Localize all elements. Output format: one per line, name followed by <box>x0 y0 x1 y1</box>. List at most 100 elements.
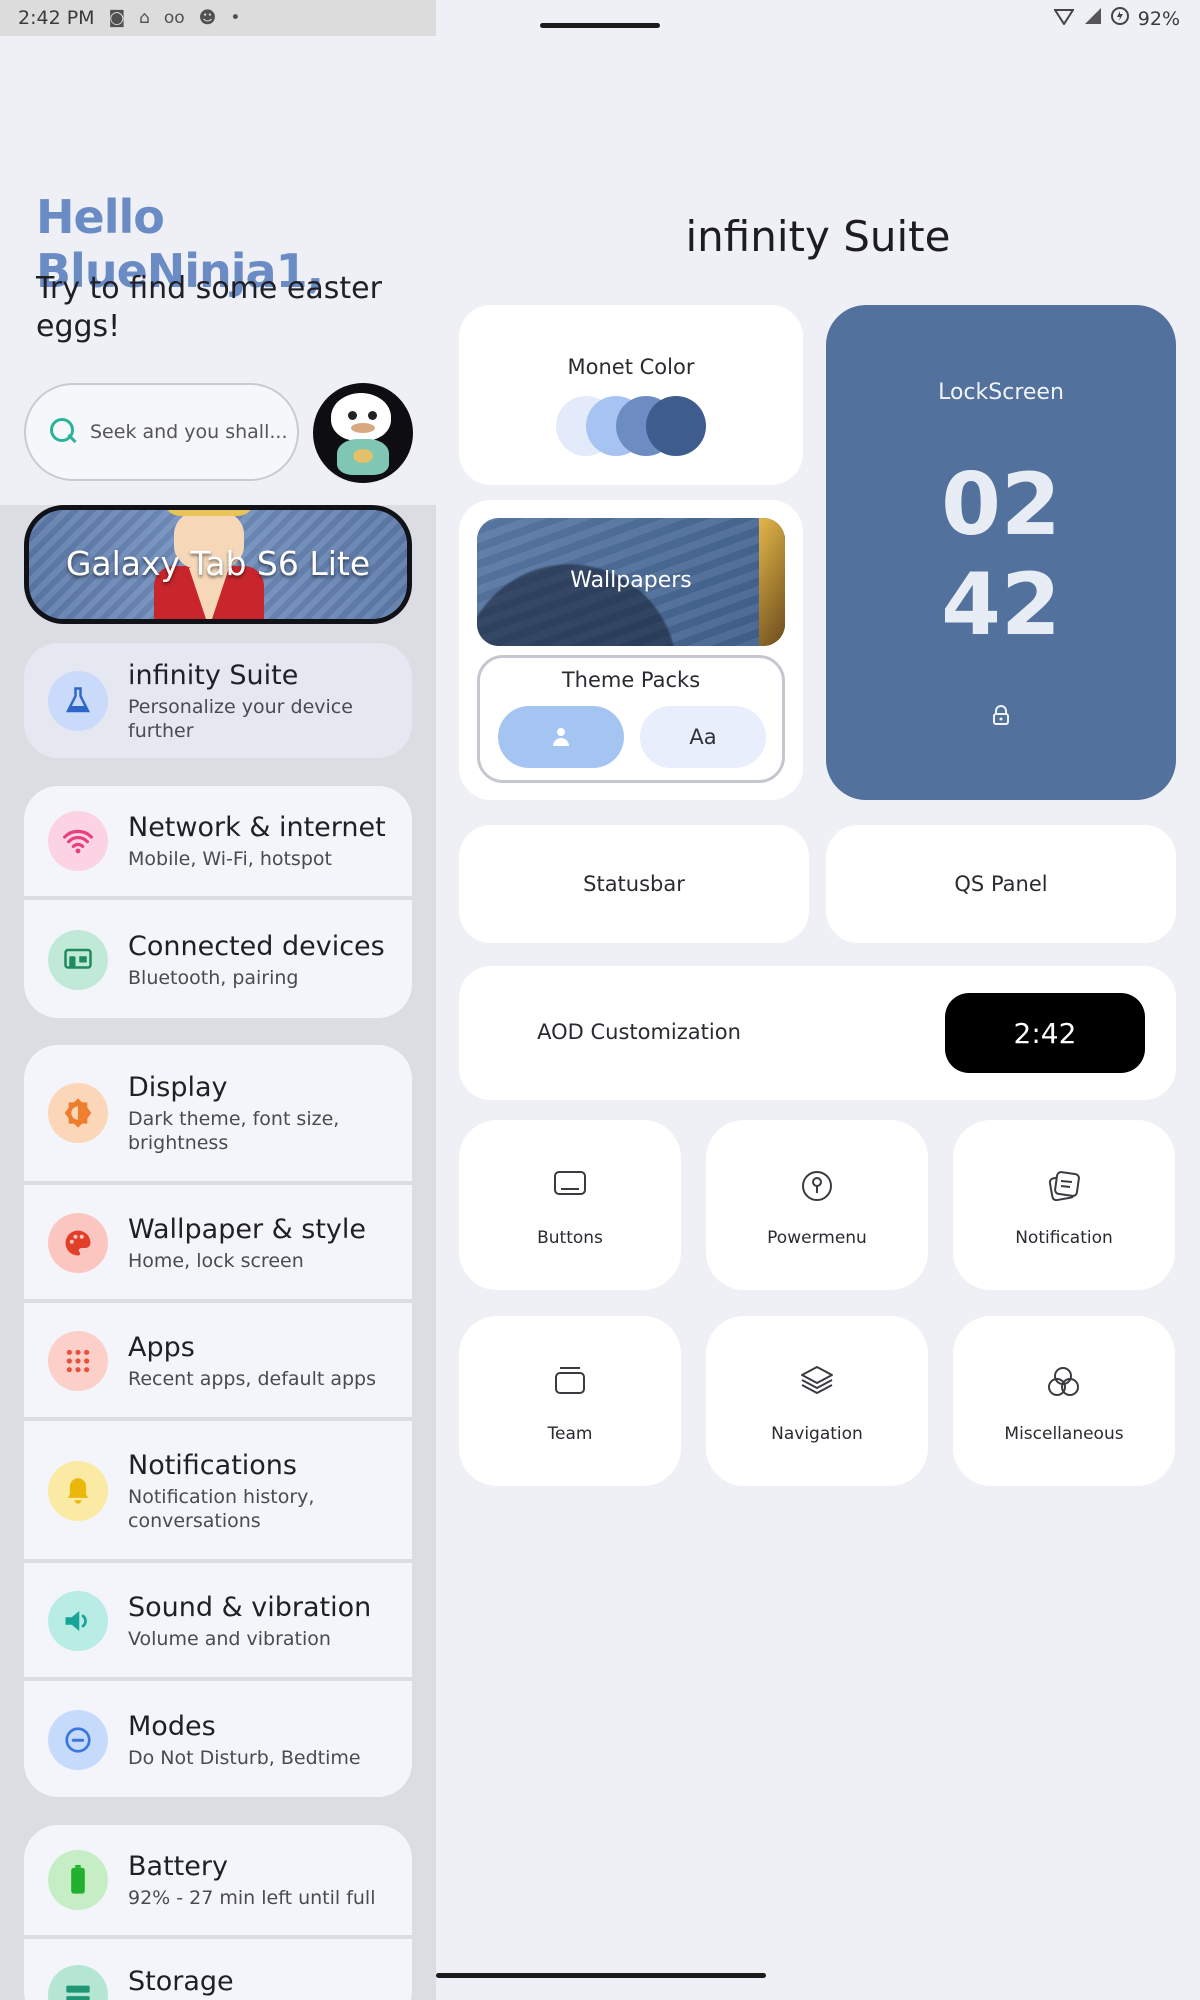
device-banner[interactable]: Galaxy Tab S6 Lite <box>24 505 412 624</box>
speaker-icon <box>48 1591 108 1651</box>
settings-item-connected-devices[interactable]: Connected devices Bluetooth, pairing <box>24 902 412 1018</box>
font-pack-button[interactable]: Aa <box>640 706 766 768</box>
monet-swatch-4 <box>646 396 706 456</box>
settings-card-suite: infinity Suite Personalize your device f… <box>24 643 412 758</box>
item-subtitle: Do Not Disturb, Bedtime <box>128 1747 361 1769</box>
bell-icon <box>48 1461 108 1521</box>
theme-packs-card: Theme Packs Aa <box>477 655 785 783</box>
device-name: Galaxy Tab S6 Lite <box>65 544 371 583</box>
item-title: Connected devices <box>128 931 385 962</box>
app-icon: ⌂ <box>139 8 150 28</box>
status-bar: 2:42 PM ◙ ⌂ oo ☻ • <box>0 0 436 36</box>
item-subtitle: 92% - 27 min left until full <box>128 1887 376 1909</box>
person-icon <box>553 728 569 746</box>
item-subtitle: Notification history, conversations <box>128 1486 315 1532</box>
search-icon <box>50 418 78 446</box>
search-placeholder: Seek and you shall... <box>90 421 288 443</box>
status-bar-right: 92% <box>1052 6 1180 31</box>
search-bar[interactable]: Seek and you shall... <box>24 383 299 481</box>
battery-icon <box>48 1850 108 1910</box>
settings-item-battery[interactable]: Battery 92% - 27 min left until full <box>24 1825 412 1939</box>
settings-card-connectivity: Network & internet Mobile, Wi-Fi, hotspo… <box>24 786 412 1018</box>
item-subtitle: Volume and vibration <box>128 1628 331 1650</box>
settings-item-network[interactable]: Network & internet Mobile, Wi-Fi, hotspo… <box>24 786 412 900</box>
powermenu-tile[interactable]: Powermenu <box>706 1120 928 1290</box>
storage-icon <box>48 1965 108 2000</box>
gesture-handle[interactable] <box>436 1973 766 1978</box>
settings-item-infinity-suite[interactable]: infinity Suite Personalize your device f… <box>24 643 412 758</box>
settings-item-storage[interactable]: Storage <box>24 1941 412 2000</box>
button-icon <box>554 1171 586 1195</box>
power-icon <box>802 1171 832 1201</box>
lockscreen-tile[interactable]: LockScreen 02 42 <box>826 305 1176 800</box>
item-subtitle: Dark theme, font size, brightness <box>128 1108 340 1154</box>
flask-icon <box>48 670 108 731</box>
team-icon <box>555 1367 585 1394</box>
page-title: infinity Suite <box>685 212 951 261</box>
lockscreen-label: LockScreen <box>938 380 1064 405</box>
tile-label: Miscellaneous <box>1004 1424 1124 1444</box>
item-title: infinity Suite <box>128 659 299 691</box>
wifi-icon <box>48 811 108 871</box>
settings-item-wallpaper-style[interactable]: Wallpaper & style Home, lock screen <box>24 1187 412 1303</box>
monet-color-label: Monet Color <box>567 355 695 379</box>
drag-handle[interactable] <box>540 23 660 28</box>
wallpapers-label: Wallpapers <box>570 568 692 593</box>
qs-panel-tile[interactable]: QS Panel <box>826 825 1176 943</box>
brightness-icon <box>48 1083 108 1143</box>
item-title: Modes <box>128 1711 216 1742</box>
more-dot-icon: • <box>230 8 241 28</box>
item-subtitle: Home, lock screen <box>128 1250 304 1272</box>
lockscreen-minute: 42 <box>941 555 1061 655</box>
settings-item-display[interactable]: Display Dark theme, font size, brightnes… <box>24 1045 412 1185</box>
item-title: Battery <box>128 1851 228 1882</box>
tile-label: Buttons <box>537 1228 603 1248</box>
tile-label: Powermenu <box>767 1228 867 1248</box>
item-subtitle: Personalize your device further <box>128 695 353 742</box>
buttons-tile[interactable]: Buttons <box>459 1120 681 1290</box>
qs-panel-label: QS Panel <box>954 872 1048 896</box>
statusbar-label: Statusbar <box>583 872 685 896</box>
circles-icon <box>1048 1367 1079 1396</box>
apps-grid-icon <box>48 1331 108 1391</box>
tile-label: Notification <box>1015 1228 1113 1248</box>
item-subtitle: Bluetooth, pairing <box>128 967 299 989</box>
aod-preview-clock: 2:42 <box>945 993 1145 1073</box>
greeting-subtitle: Try to find some easter eggs! <box>36 271 382 344</box>
item-title: Display <box>128 1072 228 1103</box>
dnd-icon <box>48 1710 108 1770</box>
settings-card-power: Battery 92% - 27 min left until full Sto… <box>24 1825 412 2000</box>
statusbar-tile[interactable]: Statusbar <box>459 825 809 943</box>
battery-percent: 92% <box>1137 7 1180 30</box>
settings-item-notifications[interactable]: Notifications Notification history, conv… <box>24 1423 412 1563</box>
layers-icon <box>801 1366 833 1394</box>
item-title: Notifications <box>128 1450 297 1481</box>
aod-label: AOD Customization <box>537 1020 741 1044</box>
settings-pane: 2:42 PM ◙ ⌂ oo ☻ • Hello BlueNinja1, Try… <box>0 0 436 2000</box>
settings-item-apps[interactable]: Apps Recent apps, default apps <box>24 1305 412 1421</box>
signal-icon <box>1082 7 1102 30</box>
monet-color-tile[interactable]: Monet Color <box>459 305 803 485</box>
wifi-status-icon <box>1052 7 1075 30</box>
icon-pack-button[interactable] <box>498 706 624 768</box>
data-saver-icon <box>1110 6 1130 31</box>
avatar[interactable] <box>313 383 413 483</box>
notification-icon <box>1048 1171 1080 1202</box>
item-title: Network & internet <box>128 812 386 843</box>
settings-item-sound[interactable]: Sound & vibration Volume and vibration <box>24 1565 412 1681</box>
tile-label: Team <box>547 1424 593 1444</box>
notification-tile[interactable]: Notification <box>953 1120 1175 1290</box>
miscellaneous-tile[interactable]: Miscellaneous <box>953 1316 1175 1486</box>
status-time: 2:42 PM <box>18 7 95 29</box>
devices-icon <box>48 930 108 990</box>
item-title: Wallpaper & style <box>128 1214 367 1245</box>
aod-customization-tile[interactable]: AOD Customization 2:42 <box>459 966 1176 1100</box>
navigation-tile[interactable]: Navigation <box>706 1316 928 1486</box>
settings-card-device: Display Dark theme, font size, brightnes… <box>24 1045 412 1797</box>
wallpapers-button[interactable]: Wallpapers <box>477 518 785 646</box>
settings-item-modes[interactable]: Modes Do Not Disturb, Bedtime <box>24 1683 412 1797</box>
gamepad-icon: ◙ <box>108 8 126 28</box>
item-subtitle: Mobile, Wi-Fi, hotspot <box>128 848 332 870</box>
team-tile[interactable]: Team <box>459 1316 681 1486</box>
ninja-icon: ☻ <box>198 8 217 28</box>
